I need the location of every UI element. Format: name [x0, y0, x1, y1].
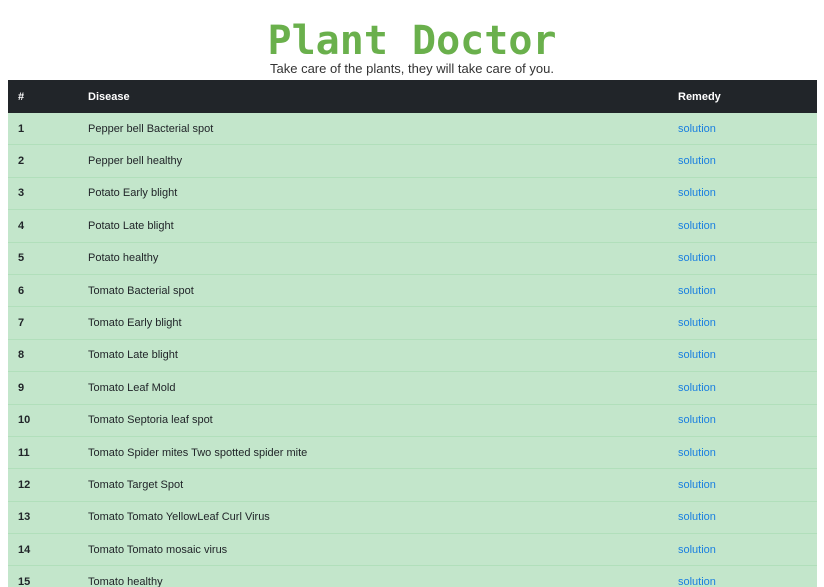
row-number: 5: [8, 241, 78, 275]
row-number: 10: [8, 403, 78, 437]
row-number: 1: [18, 122, 25, 135]
solution-link[interactable]: solution: [678, 187, 716, 199]
row-number: 4: [8, 209, 78, 243]
solution-link[interactable]: solution: [678, 544, 716, 556]
row-number: 13: [8, 500, 78, 534]
solution-link[interactable]: solution: [678, 414, 716, 426]
solution-link[interactable]: solution: [678, 479, 716, 491]
disease-name: Tomato Spider mites Two spotted spider m…: [78, 435, 668, 469]
remedy-cell: solution: [668, 241, 817, 275]
solution-link[interactable]: solution: [678, 317, 716, 329]
plant-doctor-logo[interactable]: Plant Doctor: [0, 14, 824, 62]
solution-link[interactable]: solution: [678, 252, 716, 264]
solution-link[interactable]: solution: [678, 285, 716, 297]
table-row: 10 Tomato Septoria leaf spot solution: [8, 403, 817, 437]
disease-name: Tomato Tomato mosaic virus: [78, 533, 668, 566]
remedy-cell: solution: [668, 500, 817, 534]
solution-link[interactable]: solution: [678, 123, 716, 135]
solution-link[interactable]: solution: [678, 447, 716, 459]
disease-name: Potato Early blight: [78, 176, 668, 210]
disease-name: Tomato Late blight: [78, 338, 668, 372]
solution-link[interactable]: solution: [678, 576, 716, 587]
table-row: 11 Tomato Spider mites Two spotted spider…: [8, 435, 817, 469]
row-number: 12: [8, 468, 78, 502]
disease-name: Tomato Target Spot: [78, 468, 668, 502]
remedy-cell: solution: [668, 403, 817, 437]
solution-link[interactable]: solution: [678, 511, 716, 523]
tagline: Take care of the plants, they will take …: [270, 61, 554, 76]
row-number: 14: [8, 533, 78, 566]
disease-name: Potato Late blight: [78, 209, 668, 243]
disease-name: Pepper bell Bacterial spot: [88, 122, 214, 135]
remedy-cell: solution: [668, 273, 817, 307]
table-header: # Disease Remedy: [8, 80, 817, 113]
logo-text: Plant Doctor: [268, 18, 557, 62]
table-row: 12 Tomato Target Spot solution: [8, 468, 817, 502]
table-row: 8 Tomato Late blight solution: [8, 338, 817, 372]
table-row: 5 Potato healthy solution: [8, 241, 817, 275]
column-header-remedy: Remedy: [678, 90, 721, 103]
solution-link[interactable]: solution: [678, 220, 716, 232]
remedy-cell: solution: [668, 209, 817, 243]
table-body: 1 Pepper bell Bacterial spot solution 2 Pepp…: [8, 113, 817, 587]
disease-name: Tomato Early blight: [78, 306, 668, 340]
table-header-row: # Disease Remedy: [8, 80, 817, 113]
page-header: Plant Doctor Take care of the plants, th…: [0, 0, 824, 78]
row-number: 15: [8, 565, 78, 587]
disease-name: Tomato Septoria leaf spot: [78, 403, 668, 437]
disease-table: # Disease Remedy 1 Pepper bell Bacterial …: [8, 80, 817, 587]
row-number: 3: [8, 176, 78, 210]
logo-wordmark: Plant Doctor: [268, 18, 557, 62]
table-row: 7 Tomato Early blight solution: [8, 306, 817, 340]
row-number: 7: [8, 306, 78, 340]
remedy-cell: solution: [668, 371, 817, 405]
solution-link[interactable]: solution: [678, 155, 716, 167]
table-row: 4 Potato Late blight solution: [8, 209, 817, 243]
remedy-cell: solution: [668, 306, 817, 340]
disease-name: Tomato Tomato YellowLeaf Curl Virus: [78, 500, 668, 534]
remedy-cell: solution: [668, 533, 817, 566]
remedy-cell: solution: [668, 176, 817, 210]
remedy-cell: solution: [668, 113, 817, 145]
disease-name: Tomato Leaf Mold: [78, 371, 668, 405]
column-header-number: #: [18, 90, 25, 103]
disease-table-container: # Disease Remedy 1 Pepper bell Bacterial …: [8, 80, 817, 587]
solution-link[interactable]: solution: [678, 382, 716, 394]
row-number: 8: [8, 338, 78, 372]
table-row: 14 Tomato Tomato mosaic virus solution: [8, 533, 817, 566]
disease-name: Tomato healthy: [78, 565, 668, 587]
remedy-cell: solution: [668, 338, 817, 372]
remedy-cell: solution: [668, 468, 817, 502]
remedy-cell: solution: [668, 144, 817, 178]
row-number: 9: [8, 371, 78, 405]
disease-name: Pepper bell healthy: [78, 144, 668, 178]
disease-name: Potato healthy: [78, 241, 668, 275]
disease-name: Tomato Bacterial spot: [78, 273, 668, 307]
table-row: 9 Tomato Leaf Mold solution: [8, 371, 817, 405]
row-number: 2: [8, 144, 78, 178]
solution-link[interactable]: solution: [678, 349, 716, 361]
table-row: 15 Tomato healthy solution: [8, 565, 817, 587]
table-row: 3 Potato Early blight solution: [8, 176, 817, 210]
table-row: 13 Tomato Tomato YellowLeaf Curl Virus sol…: [8, 500, 817, 534]
row-number: 11: [8, 435, 78, 469]
remedy-cell: solution: [668, 435, 817, 469]
column-header-disease: Disease: [88, 90, 130, 103]
table-row: 1 Pepper bell Bacterial spot solution: [8, 113, 817, 145]
remedy-cell: solution: [668, 565, 817, 587]
table-row: 2 Pepper bell healthy solution: [8, 144, 817, 178]
table-row: 6 Tomato Bacterial spot solution: [8, 273, 817, 307]
row-number: 6: [8, 273, 78, 307]
